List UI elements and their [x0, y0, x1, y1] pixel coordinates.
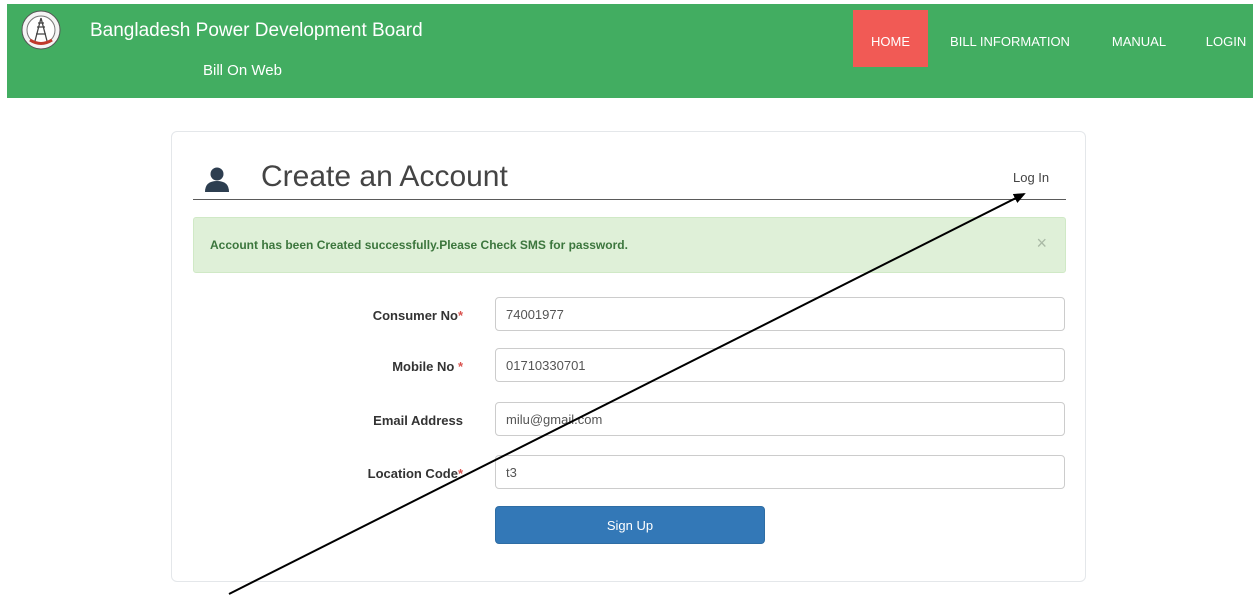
- mobile-no-label: Mobile No *: [392, 359, 463, 374]
- user-icon: [205, 167, 229, 192]
- page-title: Create an Account: [261, 160, 508, 193]
- close-icon[interactable]: ×: [1036, 233, 1047, 253]
- nav-manual[interactable]: MANUAL: [1101, 10, 1177, 67]
- title-divider: [193, 199, 1066, 200]
- location-code-label: Location Code*: [367, 466, 463, 481]
- bpdb-logo-icon[interactable]: [21, 10, 61, 50]
- log-in-link[interactable]: Log In: [1013, 170, 1049, 185]
- location-code-input[interactable]: [495, 455, 1065, 489]
- success-alert: Account has been Created successfully.Pl…: [193, 217, 1066, 273]
- mobile-no-input[interactable]: [495, 348, 1065, 382]
- sign-up-button[interactable]: Sign Up: [495, 506, 765, 544]
- nav-login[interactable]: LOGIN: [1199, 10, 1253, 67]
- alert-message: Account has been Created successfully.Pl…: [210, 238, 628, 252]
- top-navbar: Bangladesh Power Development Board Bill …: [7, 4, 1253, 98]
- brand-subtitle: Bill On Web: [203, 62, 282, 79]
- nav-home[interactable]: HOME: [853, 10, 928, 67]
- nav-bill-information[interactable]: BILL INFORMATION: [937, 10, 1083, 67]
- email-address-label: Email Address: [373, 413, 463, 428]
- email-input[interactable]: [495, 402, 1065, 436]
- consumer-no-input[interactable]: [495, 297, 1065, 331]
- consumer-no-label: Consumer No*: [372, 308, 463, 323]
- brand-title[interactable]: Bangladesh Power Development Board: [90, 20, 423, 42]
